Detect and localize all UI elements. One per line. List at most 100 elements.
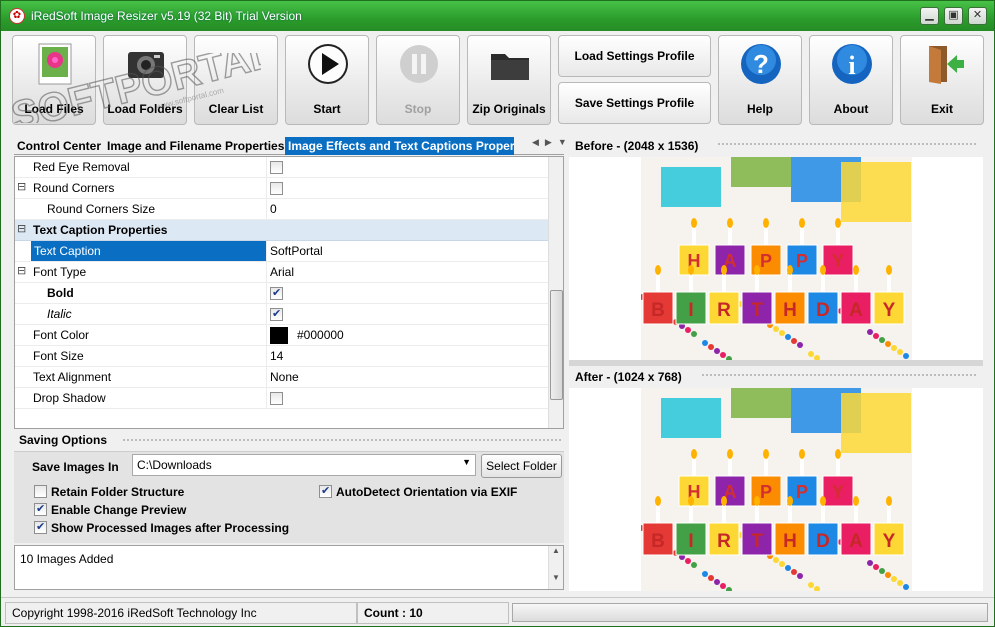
prop-name: Font Color <box>33 328 90 342</box>
enable-preview-checkbox[interactable] <box>34 502 47 516</box>
show-processed-checkbox[interactable] <box>34 520 47 534</box>
prop-value[interactable]: None <box>270 370 299 384</box>
svg-text:P: P <box>796 482 808 502</box>
drop-shadow-checkbox[interactable] <box>270 392 283 405</box>
prop-value[interactable]: #000000 <box>297 328 344 342</box>
color-swatch[interactable] <box>270 327 288 344</box>
log-box[interactable]: 10 Images Added ▲ ▼ <box>14 545 564 590</box>
enable-change-preview-option[interactable]: Enable Change Preview <box>34 501 186 517</box>
about-label: About <box>833 102 869 116</box>
property-grid-scrollbar[interactable] <box>548 157 563 428</box>
select-folder-button[interactable]: Select Folder <box>481 454 562 478</box>
log-scrollbar[interactable]: ▲ ▼ <box>548 546 563 589</box>
help-button[interactable]: ? Help <box>718 35 802 125</box>
dropdown-arrow-icon[interactable]: ▼ <box>462 457 471 467</box>
red-eye-checkbox[interactable] <box>270 161 283 174</box>
show-processed-images-option[interactable]: Show Processed Images after Processing <box>34 519 289 535</box>
prop-value[interactable]: Arial <box>270 265 294 279</box>
prop-name: Font Type <box>33 265 87 279</box>
exit-button[interactable]: Exit <box>900 35 984 125</box>
before-image: HAPPYBIRTHDAY <box>569 157 983 360</box>
svg-text:Y: Y <box>832 251 844 271</box>
prop-value[interactable]: SoftPortal <box>270 244 323 258</box>
svg-text:H: H <box>783 531 797 552</box>
prop-row-red-eye[interactable]: Red Eye Removal <box>15 157 548 178</box>
autodetect-checkbox[interactable] <box>319 484 332 498</box>
prop-row-font-color[interactable]: Font Color #000000 <box>15 325 548 346</box>
category-text-caption-properties[interactable]: ⊟ Text Caption Properties <box>15 220 548 241</box>
svg-text:Y: Y <box>883 531 896 552</box>
svg-text:Y: Y <box>883 300 896 321</box>
round-corners-checkbox[interactable] <box>270 182 283 195</box>
app-window: ✿ iRedSoft Image Resizer v5.19 (32 Bit) … <box>0 0 995 627</box>
after-photo: H A P P YB I R T H D A Y <box>641 388 912 591</box>
svg-text:R: R <box>717 531 731 552</box>
prop-name: Italic <box>47 307 72 321</box>
prop-row-round-corners-size[interactable]: Round Corners Size 0 <box>15 199 548 220</box>
after-header: After - (1024 x 768) <box>569 366 983 388</box>
svg-text:D: D <box>816 531 830 552</box>
stop-label: Stop <box>404 102 432 116</box>
prop-row-font-type[interactable]: ⊟ Font Type Arial <box>15 262 548 283</box>
category-label: Text Caption Properties <box>33 223 168 237</box>
zip-originals-label: Zip Originals <box>472 102 546 116</box>
load-folders-button[interactable]: Load Folders <box>103 35 187 125</box>
maximize-button[interactable]: ▣ <box>944 7 963 25</box>
prop-value[interactable]: 14 <box>270 349 283 363</box>
clear-list-label: Clear List <box>208 102 264 116</box>
prop-row-text-caption[interactable]: Text Caption SoftPortal <box>15 241 548 262</box>
autodetect-orientation-option[interactable]: AutoDetect Orientation via EXIF <box>319 483 517 499</box>
italic-checkbox[interactable] <box>270 307 283 321</box>
clear-list-button[interactable]: Clear List <box>194 35 278 125</box>
start-button[interactable]: Start <box>285 35 369 125</box>
photo-icon <box>38 43 72 85</box>
save-folder-value: C:\Downloads <box>137 458 212 472</box>
svg-text:?: ? <box>753 49 769 79</box>
tab-control-center[interactable]: Control Center <box>14 137 104 155</box>
tab-image-filename-properties[interactable]: Image and Filename Properties <box>104 137 287 155</box>
collapse-icon[interactable]: ⊟ <box>17 224 27 235</box>
prop-name: Round Corners Size <box>47 202 156 216</box>
prop-row-font-size[interactable]: Font Size 14 <box>15 346 548 367</box>
minimize-button[interactable]: ▁ <box>920 7 939 25</box>
svg-text:P: P <box>760 482 772 502</box>
prop-row-text-alignment[interactable]: Text Alignment None <box>15 367 548 388</box>
prop-name: Bold <box>47 286 74 300</box>
before-label: Before - (2048 x 1536) <box>575 139 699 153</box>
saving-options-panel: Saving Options Save Images In C:\Downloa… <box>14 431 564 543</box>
collapse-icon[interactable]: ⊟ <box>17 182 27 193</box>
save-settings-profile-button[interactable]: Save Settings Profile <box>558 82 711 124</box>
load-files-button[interactable]: Load Files <box>12 35 96 125</box>
prop-row-round-corners[interactable]: ⊟ Round Corners <box>15 178 548 199</box>
title-bar: ✿ iRedSoft Image Resizer v5.19 (32 Bit) … <box>1 1 994 31</box>
copyright-text: Copyright 1998-2016 iRedSoft Technology … <box>5 602 357 624</box>
svg-text:P: P <box>796 251 808 271</box>
prop-value[interactable]: 0 <box>270 202 277 216</box>
prop-row-drop-shadow[interactable]: Drop Shadow <box>15 388 548 409</box>
tab-image-effects-text-captions[interactable]: Image Effects and Text Captions Propert <box>285 137 514 155</box>
window-title: iRedSoft Image Resizer v5.19 (32 Bit) Tr… <box>31 9 302 23</box>
about-button[interactable]: i About <box>809 35 893 125</box>
play-icon <box>308 44 348 84</box>
help-icon: ? <box>741 44 781 84</box>
prop-name: Red Eye Removal <box>33 160 130 174</box>
scrollbar-thumb[interactable] <box>550 290 563 400</box>
collapse-icon[interactable]: ⊟ <box>17 266 27 277</box>
stop-button[interactable]: Stop <box>376 35 460 125</box>
close-button[interactable]: ✕ <box>968 7 987 25</box>
retain-folder-checkbox[interactable] <box>34 485 47 498</box>
prop-row-bold[interactable]: Bold <box>15 283 548 304</box>
load-settings-profile-button[interactable]: Load Settings Profile <box>558 35 711 77</box>
prop-row-italic[interactable]: Italic <box>15 304 548 325</box>
retain-folder-structure-option[interactable]: Retain Folder Structure <box>34 483 184 499</box>
prop-name: Text Caption <box>31 241 266 261</box>
tab-scroll-arrows[interactable]: ◀▶▼ <box>532 137 567 148</box>
exit-door-icon <box>929 46 964 84</box>
save-folder-combobox[interactable]: C:\Downloads ▼ <box>132 454 476 476</box>
start-label: Start <box>313 102 341 116</box>
saving-options-heading: Saving Options <box>19 433 108 447</box>
zip-originals-button[interactable]: Zip Originals <box>467 35 551 125</box>
image-count: Count : 10 <box>357 602 509 624</box>
bold-checkbox[interactable] <box>270 286 283 300</box>
prop-name: Text Alignment <box>33 370 112 384</box>
